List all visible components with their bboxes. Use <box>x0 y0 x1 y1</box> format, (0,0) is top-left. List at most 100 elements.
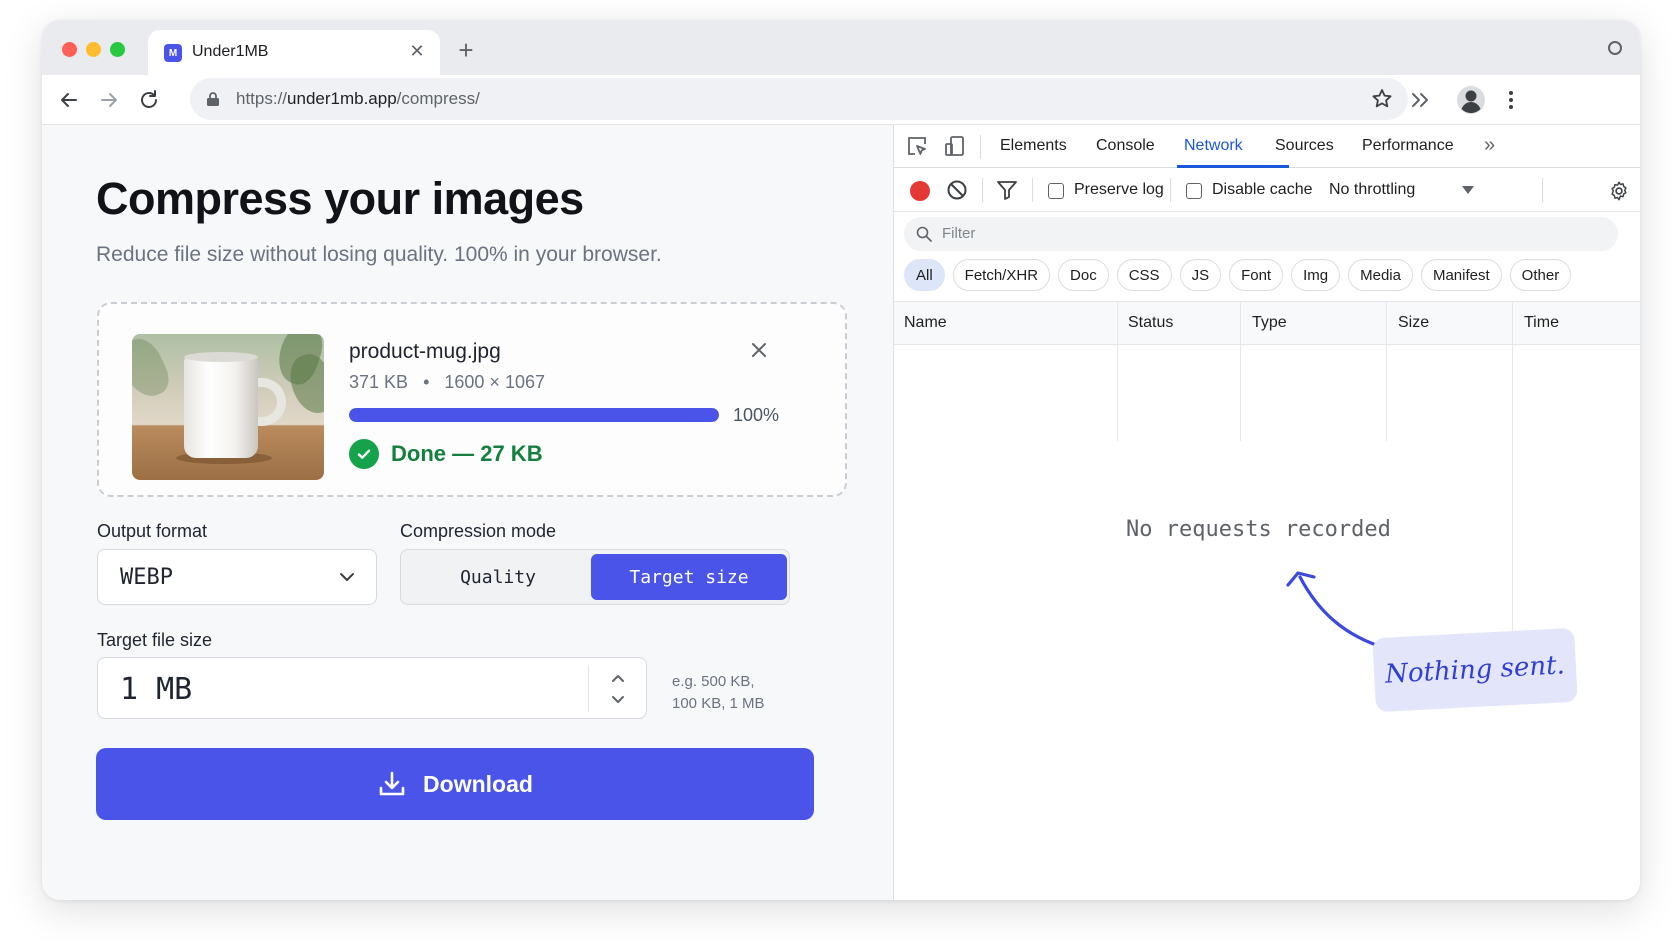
extensions-button[interactable] <box>1406 85 1436 115</box>
close-tab-icon[interactable]: ✕ <box>406 40 428 62</box>
forward-button[interactable] <box>94 85 124 115</box>
filter-chip-fetch-xhr[interactable]: Fetch/XHR <box>952 259 1051 291</box>
filter-chip-other[interactable]: Other <box>1509 259 1572 291</box>
target-size-value: 1 MB <box>120 672 193 707</box>
tab-sources[interactable]: Sources <box>1275 137 1334 155</box>
file-dimensions: 1600 × 1067 <box>444 372 545 392</box>
minimize-window-button[interactable] <box>86 42 101 57</box>
chevrons-right-icon <box>1412 93 1428 107</box>
kebab-menu-icon <box>1509 91 1513 109</box>
file-meta: 371 KB • 1600 × 1067 <box>349 372 545 392</box>
tab-performance[interactable]: Performance <box>1362 137 1454 155</box>
target-size-input[interactable]: 1 MB <box>97 657 647 719</box>
page-subtitle: Reduce file size without losing quality.… <box>96 243 662 266</box>
column-divider <box>1512 301 1513 631</box>
device-toolbar-icon[interactable] <box>944 135 966 157</box>
progress-percent: 100% <box>733 405 780 425</box>
filter-chip-font[interactable]: Font <box>1229 259 1284 291</box>
filter-funnel-icon[interactable] <box>996 179 1018 201</box>
tab-console[interactable]: Console <box>1096 137 1155 155</box>
filter-chip-img[interactable]: Img <box>1291 259 1341 291</box>
target-size-hint: e.g. 500 KB, 100 KB, 1 MB <box>672 673 765 712</box>
close-window-button[interactable] <box>62 42 77 57</box>
preserve-log-checkbox[interactable] <box>1048 183 1064 199</box>
filter-placeholder: Filter <box>942 225 976 242</box>
check-circle-icon <box>349 439 379 469</box>
column-status[interactable]: Status <box>1128 314 1173 332</box>
column-time[interactable]: Time <box>1524 314 1559 332</box>
url-text: https://under1mb.app/compress/ <box>236 89 480 108</box>
output-format-value: WEBP <box>120 565 173 590</box>
browser-menu-button[interactable] <box>1496 85 1526 115</box>
devtools-panel: Elements Console Network Sources Perform… <box>894 125 1640 900</box>
mode-target-size-button[interactable]: Target size <box>591 554 787 600</box>
back-button[interactable] <box>54 85 84 115</box>
mode-quality-button[interactable]: Quality <box>405 554 591 600</box>
status-text: Done — 27 KB <box>391 441 543 466</box>
filter-chip-all[interactable]: All <box>904 259 945 291</box>
size-stepper <box>588 666 646 712</box>
address-bar[interactable]: https://under1mb.app/compress/ <box>190 78 1408 120</box>
record-button[interactable] <box>910 181 930 201</box>
disable-cache-label: Disable cache <box>1212 181 1313 198</box>
inspect-element-icon[interactable] <box>906 135 928 157</box>
filter-chip-css[interactable]: CSS <box>1116 259 1172 291</box>
more-tabs-icon[interactable]: » <box>1484 134 1495 157</box>
tab-strip: M Under1MB ✕ + <box>42 20 1640 75</box>
user-avatar-icon <box>1457 86 1485 114</box>
filter-chip-js[interactable]: JS <box>1179 259 1222 291</box>
filter-chip-media[interactable]: Media <box>1348 259 1413 291</box>
chevron-down-icon <box>612 696 624 703</box>
browser-tab[interactable]: M Under1MB ✕ <box>148 30 440 75</box>
forward-arrow-icon <box>101 93 117 107</box>
tab-network[interactable]: Network <box>1184 137 1243 155</box>
reload-button[interactable] <box>134 85 164 115</box>
network-filter-input[interactable]: Filter <box>904 217 1618 251</box>
preserve-log-label: Preserve log <box>1074 181 1164 198</box>
download-button[interactable]: Download <box>96 748 814 820</box>
chevron-down-icon <box>340 573 354 581</box>
throttling-dropdown-icon <box>1462 186 1474 194</box>
file-name: product-mug.jpg <box>349 340 501 363</box>
bookmark-star-icon[interactable] <box>1370 87 1394 111</box>
clear-icon[interactable] <box>946 179 968 201</box>
profile-avatar[interactable] <box>1452 81 1490 119</box>
annotation-text: Nothing sent. <box>1384 650 1566 690</box>
maximize-window-button[interactable] <box>110 42 125 57</box>
compression-progress-bar <box>349 408 719 422</box>
filter-chip-doc[interactable]: Doc <box>1058 259 1109 291</box>
tab-search-icon[interactable] <box>1608 41 1622 55</box>
filter-chip-manifest[interactable]: Manifest <box>1420 259 1502 291</box>
page-title: Compress your images <box>96 173 584 224</box>
output-format-select[interactable]: WEBP <box>97 549 377 605</box>
progress-fill <box>349 408 719 422</box>
tab-elements[interactable]: Elements <box>1000 137 1067 155</box>
column-type[interactable]: Type <box>1252 314 1287 332</box>
increment-button[interactable] <box>609 670 627 688</box>
new-tab-button[interactable]: + <box>452 35 480 65</box>
download-icon <box>379 771 405 796</box>
chevron-up-icon <box>612 675 624 682</box>
file-dropzone[interactable]: product-mug.jpg 371 KB • 1600 × 1067 100… <box>97 302 847 497</box>
browser-window: M Under1MB ✕ + https://under1mb.app/comp… <box>42 20 1640 900</box>
back-arrow-icon <box>61 93 77 107</box>
throttling-select[interactable]: No throttling <box>1329 181 1415 199</box>
column-size[interactable]: Size <box>1398 314 1429 332</box>
status-badge: Done — 27 KB <box>349 439 543 469</box>
column-name[interactable]: Name <box>904 314 947 332</box>
file-size: 371 KB <box>349 372 409 392</box>
annotation-arrow-icon <box>1286 571 1378 647</box>
network-settings-gear-icon[interactable] <box>1608 180 1630 207</box>
column-divider <box>1240 301 1241 441</box>
devtools-tabbar: Elements Console Network Sources Perform… <box>894 125 1640 168</box>
favicon-icon: M <box>164 44 182 62</box>
compression-mode-label: Compression mode <box>400 521 557 541</box>
compress-app: Compress your images Reduce file size wi… <box>42 125 894 900</box>
requests-table-header: Name Status Type Size Time <box>894 301 1640 345</box>
column-divider <box>1117 301 1118 441</box>
decrement-button[interactable] <box>609 690 627 708</box>
remove-file-button[interactable] <box>747 338 771 362</box>
image-thumbnail <box>132 334 324 480</box>
search-icon <box>916 226 932 242</box>
disable-cache-checkbox[interactable] <box>1186 183 1202 199</box>
